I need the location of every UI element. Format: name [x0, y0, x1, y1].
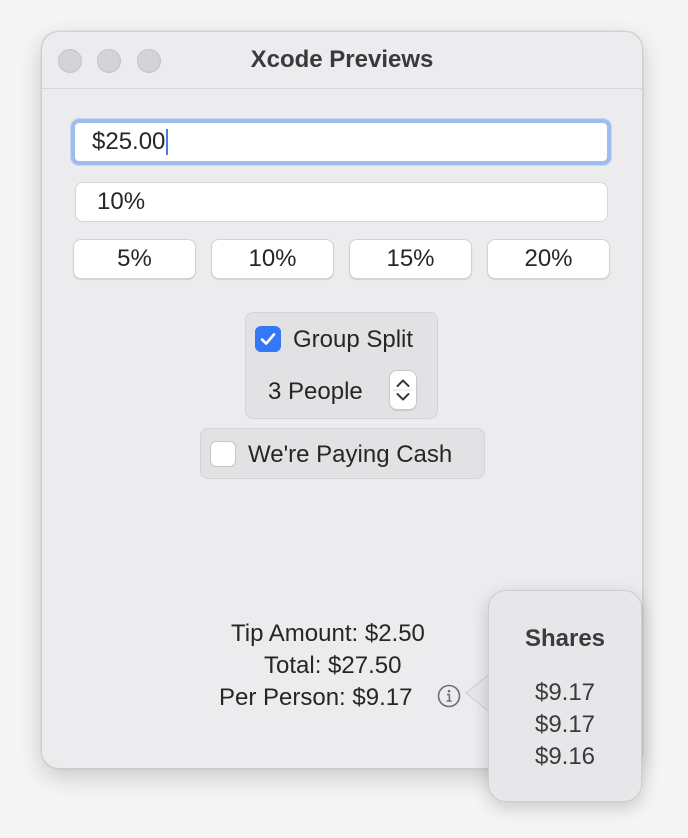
stepper-arrows — [393, 379, 413, 401]
info-icon[interactable] — [437, 684, 461, 708]
share-value: $9.17 — [534, 679, 596, 706]
tip-percent-input[interactable]: 10% — [75, 182, 608, 222]
tip-20-button[interactable]: 20% — [487, 239, 610, 279]
paying-cash-label: We're Paying Cash — [248, 441, 453, 468]
share-value: $9.17 — [534, 711, 596, 738]
group-split-checkbox[interactable] — [255, 326, 281, 352]
shares-title: Shares — [524, 625, 606, 652]
stepper-up-icon[interactable] — [396, 379, 410, 387]
window-title: Xcode Previews — [250, 46, 434, 73]
tip-percent-value: 10% — [97, 188, 146, 215]
bill-amount-value: $25.00 — [92, 128, 166, 155]
people-stepper[interactable] — [389, 370, 417, 410]
bill-amount-input[interactable]: $25.00 — [71, 119, 611, 165]
tip-5-button[interactable]: 5% — [73, 239, 196, 279]
share-value: $9.16 — [534, 743, 596, 770]
text-caret — [166, 129, 169, 155]
stepper-down-icon[interactable] — [396, 393, 410, 401]
per-person-text: Per Person: $9.17 — [219, 684, 413, 711]
total-text: Total: $27.50 — [264, 652, 402, 679]
group-split-label: Group Split — [293, 326, 414, 353]
title-bar: Xcode Previews — [42, 32, 642, 89]
checkmark-icon — [260, 333, 276, 345]
paying-cash-checkbox[interactable] — [210, 441, 236, 467]
tip-10-button[interactable]: 10% — [211, 239, 334, 279]
tip-15-button[interactable]: 15% — [349, 239, 472, 279]
tip-amount-text: Tip Amount: $2.50 — [231, 620, 425, 647]
shares-popover: Shares $9.17 $9.17 $9.16 — [488, 590, 642, 802]
people-count-label: 3 People — [268, 378, 363, 405]
